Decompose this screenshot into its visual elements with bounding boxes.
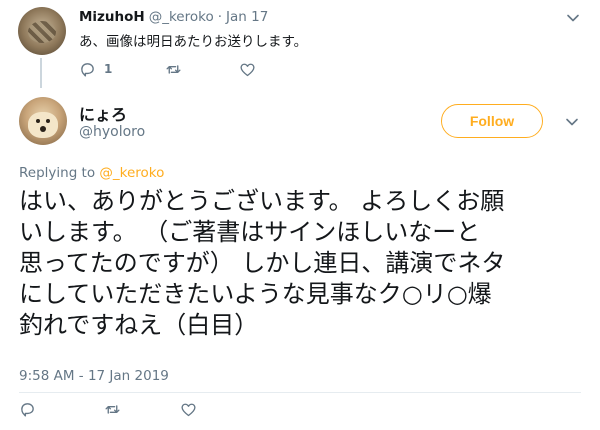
reply-button[interactable] <box>19 399 36 419</box>
reply-count: 1 <box>104 62 113 76</box>
tweet-text: あ、画像は明日あたりお送りします。 <box>79 34 308 50</box>
tweet-text-line: 釣れですねえ（白目） <box>19 311 259 339</box>
tweet-date[interactable]: Jan 17 <box>226 9 268 25</box>
parent-tweet[interactable]: MizuhoH @_keroko · Jan 17 あ、画像は明日あたりお送りします。… <box>0 0 600 88</box>
replying-to-label: Replying to <box>19 165 96 181</box>
retweet-button[interactable] <box>104 399 121 419</box>
chevron-down-icon[interactable] <box>565 115 579 129</box>
reply-button[interactable]: 1 <box>79 59 112 79</box>
like-button[interactable] <box>239 59 256 79</box>
follow-button[interactable]: Follow <box>441 104 543 138</box>
tweet-timestamp[interactable]: 9:58 AM - 17 Jan 2019 <box>19 368 169 384</box>
parent-tweet-header: MizuhoH @_keroko · Jan 17 <box>79 9 268 25</box>
thread-connector-line <box>40 58 42 88</box>
tweet-actions <box>19 399 219 419</box>
separator-dot: · <box>217 9 223 25</box>
mention-link[interactable]: @_keroko <box>99 165 164 181</box>
retweet-icon <box>166 64 181 74</box>
tweet-text: はい、ありがとうございます。 よろしくお願 いします。 （ご著書はサインほしいな… <box>19 186 594 341</box>
chevron-down-icon[interactable] <box>566 11 580 25</box>
divider <box>19 392 581 393</box>
author-handle[interactable]: @hyoloro <box>79 124 145 140</box>
like-icon <box>240 63 255 76</box>
author-handle[interactable]: @_keroko <box>149 9 214 25</box>
replying-to-line: Replying to @_keroko <box>19 165 164 181</box>
tweet-text-line: いします。 （ご著書はサインほしいなーと <box>19 218 481 246</box>
reply-icon <box>81 62 94 77</box>
retweet-icon <box>105 404 120 414</box>
avatar[interactable] <box>19 97 67 145</box>
author-name[interactable]: MizuhoH <box>79 9 145 25</box>
tweet-text-line: にしていただきたいような見事なク○リ○爆 <box>19 280 492 308</box>
avatar[interactable] <box>18 7 66 55</box>
author-name[interactable]: にょろ <box>79 101 127 125</box>
reply-icon <box>21 402 34 417</box>
tweet-actions: 1 <box>79 59 339 79</box>
like-button[interactable] <box>180 399 197 419</box>
like-icon <box>181 403 196 416</box>
tweet-text-line: はい、ありがとうございます。 よろしくお願 <box>19 187 505 215</box>
tweet-text-line: 思ってたのですが） しかし連日、講演でネタ <box>19 249 506 277</box>
retweet-button[interactable] <box>165 59 182 79</box>
